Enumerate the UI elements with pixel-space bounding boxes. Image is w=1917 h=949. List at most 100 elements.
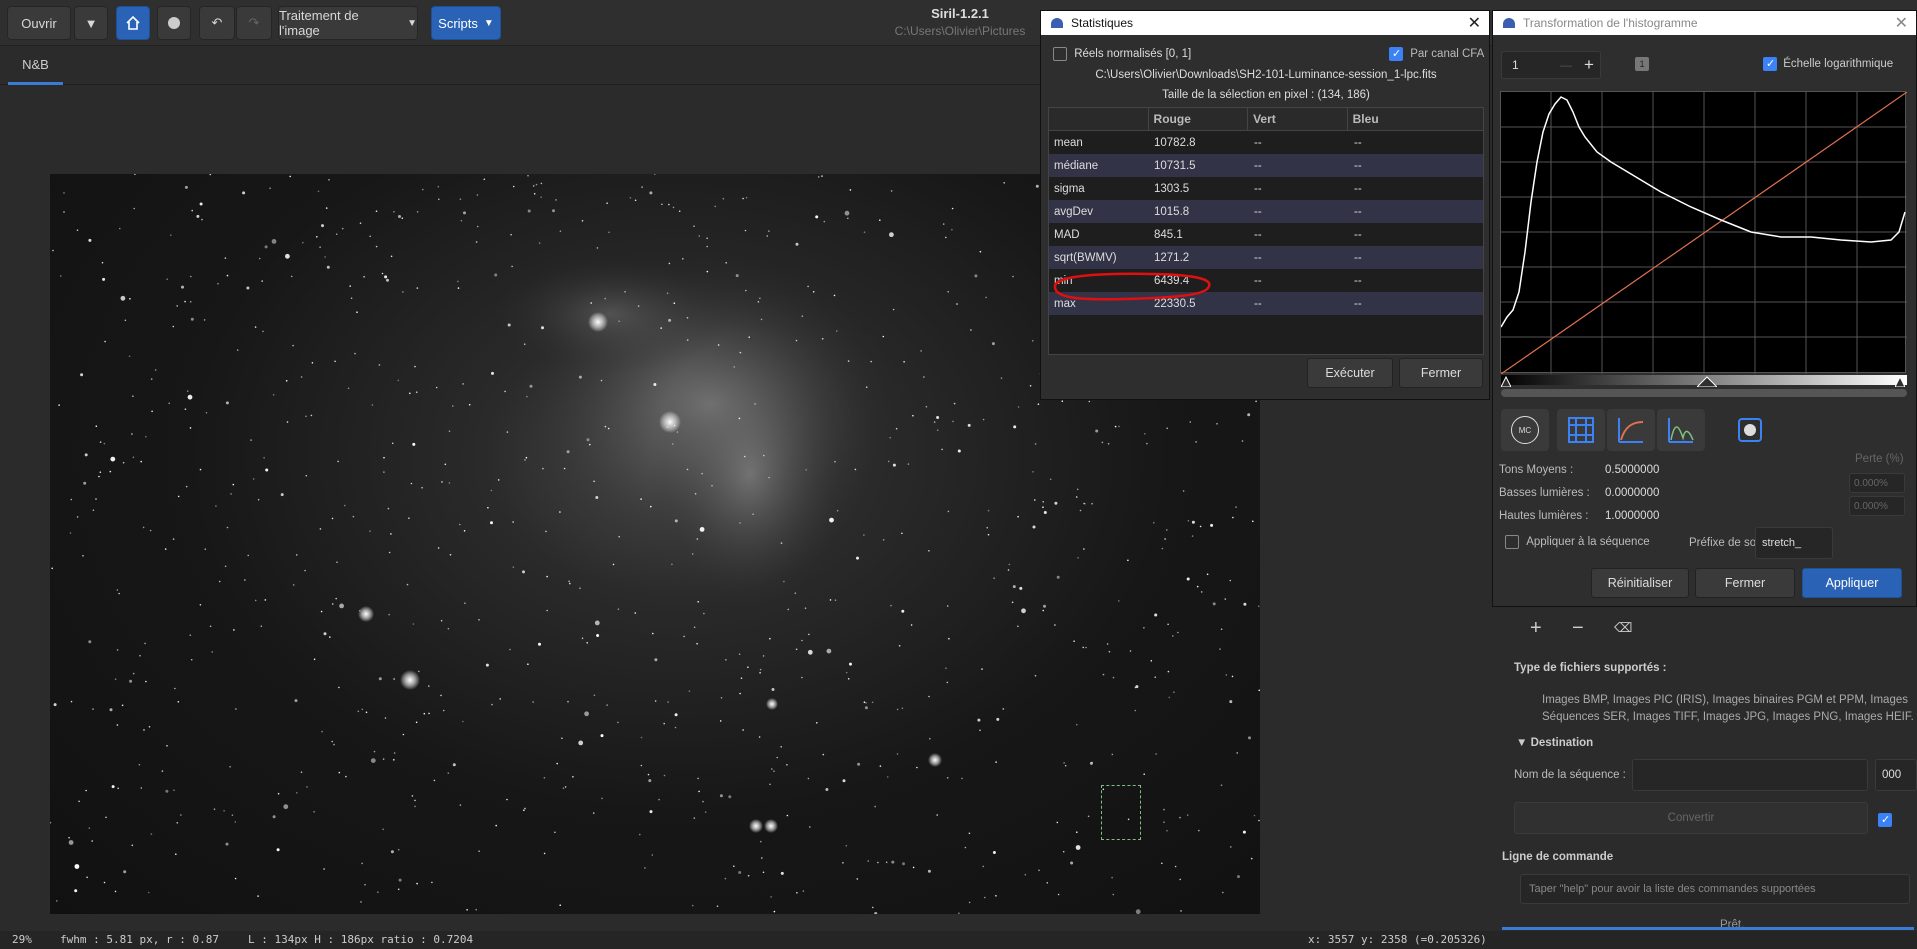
cfa-checkbox[interactable] bbox=[1389, 47, 1403, 61]
open-label: Ouvrir bbox=[21, 15, 57, 31]
histogram-scrollbar[interactable] bbox=[1501, 389, 1907, 397]
close-button[interactable]: Fermer bbox=[1399, 358, 1483, 388]
selection-size: Taille de la sélection en pixel : (134, … bbox=[1162, 89, 1370, 101]
undo-button[interactable]: ↶ bbox=[199, 6, 235, 40]
annotation-highlight bbox=[1053, 272, 1211, 301]
stat-green: -- bbox=[1254, 182, 1262, 195]
clear-icon[interactable]: ⌫ bbox=[1614, 620, 1632, 636]
histogram-titlebar[interactable]: Transformation de l'histogramme ✕ bbox=[1493, 11, 1916, 35]
open-button[interactable]: Ouvrir bbox=[7, 6, 71, 40]
histogram-plot bbox=[1500, 91, 1908, 375]
record-button[interactable] bbox=[157, 6, 191, 40]
add-icon[interactable]: + bbox=[1530, 617, 1542, 640]
conversion-panel: + − ⌫ Type de fichiers supportés : Image… bbox=[1492, 607, 1917, 931]
statistics-dialog: Statistiques ✕ Réels normalisés [0, 1] P… bbox=[1040, 10, 1490, 400]
siril-logo-icon bbox=[1503, 18, 1515, 28]
undo-icon: ↶ bbox=[211, 15, 223, 30]
stat-blue: -- bbox=[1354, 136, 1362, 149]
cmdline-label: Ligne de commande bbox=[1502, 851, 1614, 863]
stat-green: -- bbox=[1254, 251, 1262, 264]
color-picker-button[interactable] bbox=[1729, 409, 1771, 451]
tab-nb[interactable]: N&B bbox=[8, 47, 63, 85]
normalized-checkbox[interactable] bbox=[1053, 47, 1067, 61]
apply-sequence-option[interactable]: Appliquer à la séquence bbox=[1505, 535, 1650, 549]
log-scale-option[interactable]: Échelle logarithmique bbox=[1763, 57, 1893, 71]
chevron-down-icon: ▼ bbox=[407, 17, 417, 29]
column-header[interactable]: Rouge bbox=[1149, 108, 1249, 130]
stat-blue: -- bbox=[1354, 228, 1362, 241]
table-row[interactable]: MAD 845.1 -- -- bbox=[1049, 223, 1483, 246]
open-dropdown-button[interactable]: ▼ bbox=[74, 6, 108, 40]
midtones-value[interactable]: 0.5000000 bbox=[1605, 464, 1659, 476]
stat-name: médiane bbox=[1054, 159, 1099, 172]
prefix-input[interactable]: stretch_ bbox=[1755, 527, 1833, 559]
execute-button[interactable]: Exécuter bbox=[1307, 358, 1393, 388]
table-row[interactable]: médiane 10731.5 -- -- bbox=[1049, 154, 1483, 177]
home-button[interactable] bbox=[116, 6, 150, 40]
shadows-value[interactable]: 0.0000000 bbox=[1605, 487, 1659, 499]
table-row[interactable]: sqrt(BWMV) 1271.2 -- -- bbox=[1049, 246, 1483, 269]
minus-icon[interactable]: — bbox=[1560, 58, 1572, 72]
plus-icon[interactable]: + bbox=[1584, 55, 1594, 75]
histogram-graph[interactable] bbox=[1500, 91, 1908, 375]
table-row[interactable]: mean 10782.8 -- -- bbox=[1049, 131, 1483, 154]
one-to-one-icon[interactable]: 1 bbox=[1635, 57, 1649, 71]
apply-sequence-label: Appliquer à la séquence bbox=[1526, 536, 1650, 549]
stat-red: 845.1 bbox=[1154, 228, 1183, 241]
curve-toggle-button[interactable] bbox=[1607, 409, 1655, 451]
normalized-label: Réels normalisés [0, 1] bbox=[1074, 48, 1192, 61]
log-scale-label: Échelle logarithmique bbox=[1783, 58, 1894, 71]
destination-expander[interactable]: ▼ Destination bbox=[1516, 737, 1593, 749]
zoom-spinner[interactable]: 1 — + bbox=[1501, 51, 1601, 79]
symlink-checkbox[interactable] bbox=[1878, 812, 1892, 827]
histogram-toggle-button[interactable] bbox=[1657, 409, 1705, 451]
highlights-value[interactable]: 1.0000000 bbox=[1605, 510, 1659, 522]
seq-start-input[interactable]: 000 bbox=[1875, 759, 1917, 791]
stat-blue: -- bbox=[1354, 182, 1362, 195]
apply-sequence-checkbox[interactable] bbox=[1505, 535, 1519, 549]
mtf-autostretch-button[interactable]: MC bbox=[1501, 409, 1549, 451]
selection-readout: L : 134px H : 186px ratio : 0.7204 bbox=[248, 933, 474, 946]
stats-table: Rouge Vert Bleu mean 10782.8 -- -- médiane 1… bbox=[1048, 107, 1484, 355]
column-header[interactable] bbox=[1049, 108, 1149, 130]
histogram-dialog: Transformation de l'histogramme ✕ 1 — + … bbox=[1492, 10, 1917, 607]
seq-name-label: Nom de la séquence : bbox=[1514, 769, 1626, 781]
normalized-option[interactable]: Réels normalisés [0, 1] bbox=[1053, 47, 1191, 61]
selection-rectangle[interactable] bbox=[1101, 785, 1141, 840]
file-types-title: Type de fichiers supportés : bbox=[1514, 662, 1667, 674]
chevron-down-icon: ▼ bbox=[483, 17, 494, 29]
grid-toggle-button[interactable] bbox=[1557, 409, 1605, 451]
column-header[interactable]: Bleu bbox=[1348, 108, 1483, 130]
stat-name: sigma bbox=[1054, 182, 1085, 195]
reset-button[interactable]: Réinitialiser bbox=[1591, 568, 1689, 598]
close-icon[interactable]: ✕ bbox=[1468, 13, 1481, 33]
scripts-menu[interactable]: Scripts ▼ bbox=[431, 6, 501, 40]
remove-icon[interactable]: − bbox=[1572, 617, 1584, 640]
cfa-option[interactable]: Par canal CFA bbox=[1389, 47, 1484, 61]
stat-red: 1303.5 bbox=[1154, 182, 1190, 195]
apply-button[interactable]: Appliquer bbox=[1802, 568, 1902, 598]
seq-name-input[interactable] bbox=[1632, 759, 1868, 791]
statistics-titlebar[interactable]: Statistiques ✕ bbox=[1041, 11, 1489, 35]
status-bar: 29% fwhm : 5.81 px, r : 0.87 L : 134px H… bbox=[0, 931, 1917, 949]
redo-button[interactable]: ↷ bbox=[236, 6, 272, 40]
highlights-label: Hautes lumières : bbox=[1499, 510, 1589, 522]
progress-bar bbox=[1502, 927, 1914, 930]
close-icon[interactable]: ✕ bbox=[1895, 13, 1908, 33]
app-path: C:\Users\Olivier\Pictures bbox=[894, 24, 1026, 38]
image-processing-menu[interactable]: Traitement de l'image ▼ bbox=[278, 6, 418, 40]
stat-blue: -- bbox=[1354, 297, 1362, 310]
file-types-line1: Images BMP, Images PIC (IRIS), Images bi… bbox=[1542, 694, 1908, 706]
image-processing-label: Traitement de l'image bbox=[279, 8, 359, 38]
command-input[interactable]: Taper "help" pour avoir la liste des com… bbox=[1520, 874, 1910, 904]
curve-icon bbox=[1618, 418, 1644, 443]
close-button[interactable]: Fermer bbox=[1695, 568, 1795, 598]
stat-red: 10782.8 bbox=[1154, 136, 1196, 149]
stats-file-path: C:\Users\Olivier\Downloads\SH2-101-Lumin… bbox=[1095, 69, 1437, 81]
table-row[interactable]: sigma 1303.5 -- -- bbox=[1049, 177, 1483, 200]
table-row[interactable]: avgDev 1015.8 -- -- bbox=[1049, 200, 1483, 223]
convert-button[interactable]: Convertir bbox=[1514, 802, 1868, 834]
stat-blue: -- bbox=[1354, 251, 1362, 264]
log-scale-checkbox[interactable] bbox=[1763, 57, 1777, 71]
column-header[interactable]: Vert bbox=[1248, 108, 1348, 130]
